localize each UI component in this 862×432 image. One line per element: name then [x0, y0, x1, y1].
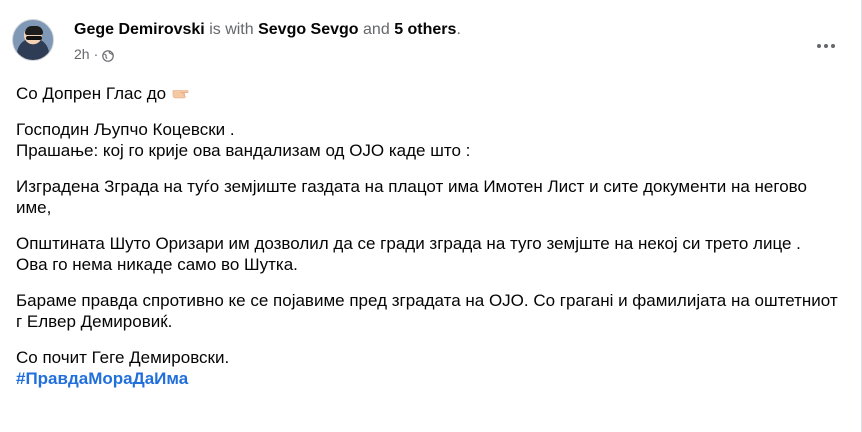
- paragraph-3: Изградена Зграда на туѓо земјиште газдат…: [16, 176, 846, 218]
- line-building: Изградена Зграда на туѓо земјиште газдат…: [16, 177, 807, 217]
- paragraph-6: Со почит Геге Демировски. #ПравдаМораДаИ…: [16, 347, 846, 389]
- line-greeting: Со Допрен Глас до: [16, 84, 167, 103]
- avatar-glasses: [26, 36, 42, 40]
- author-avatar[interactable]: [12, 19, 54, 61]
- post-time[interactable]: 2h: [74, 45, 90, 63]
- line-addressee: Господин Љупчо Коцевски .: [16, 120, 235, 139]
- paragraph-4: Општината Шуто Оризари им дозволил да се…: [16, 233, 846, 275]
- paragraph-1: Со Допрен Глас до: [16, 83, 846, 104]
- and-text: and: [363, 21, 390, 38]
- line-question: Прашање: кој го крије ова вандализам од …: [16, 141, 471, 160]
- line-shutka: Ова го нема никаде само во Шутка.: [16, 255, 298, 274]
- pointing-down-hand-emoji: [171, 85, 189, 101]
- tagged-person[interactable]: Sevgo Sevgo: [258, 21, 358, 38]
- facebook-post: Gege Demirovski is with Sevgo Sevgo and …: [0, 0, 862, 432]
- line-municipality: Општината Шуто Оризари им дозволил да се…: [16, 234, 801, 253]
- with-text: is with: [209, 21, 254, 38]
- paragraph-5: Бараме правда спротивно ке се појавиме п…: [16, 290, 846, 332]
- post-body: Со Допрен Глас до Господин Љупчо Коцевск…: [16, 83, 846, 389]
- more-options-icon: [817, 44, 835, 48]
- meta-separator: ·: [93, 46, 99, 62]
- avatar-hair: [25, 26, 43, 35]
- post-header: Gege Demirovski is with Sevgo Sevgo and …: [12, 14, 852, 66]
- author-name[interactable]: Gege Demirovski: [74, 21, 205, 38]
- globe-icon[interactable]: [102, 48, 115, 62]
- more-options-button[interactable]: [808, 28, 844, 64]
- others-link[interactable]: 5 others: [394, 21, 456, 38]
- hashtag-link[interactable]: #ПравдаМораДаИма: [16, 368, 846, 389]
- line-demand: Бараме правда спротивно ке се појавиме п…: [16, 291, 838, 331]
- post-meta: 2h ·: [74, 45, 115, 63]
- period: .: [456, 21, 461, 38]
- line-signature: Со почит Геге Демировски.: [16, 348, 230, 367]
- author-line: Gege Demirovski is with Sevgo Sevgo and …: [74, 20, 461, 40]
- paragraph-2: Господин Љупчо Коцевски . Прашање: кој г…: [16, 119, 846, 161]
